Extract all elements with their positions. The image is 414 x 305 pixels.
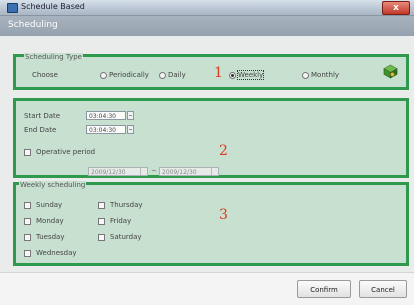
marker-1: 1	[214, 65, 223, 81]
radio-weekly[interactable]	[229, 72, 236, 79]
app-icon	[7, 3, 18, 13]
label-monday[interactable]: Monday	[36, 217, 64, 225]
confirm-button[interactable]: Confirm	[297, 280, 351, 298]
label-wednesday[interactable]: Wednesday	[36, 249, 77, 257]
start-date-label: Start Date	[24, 112, 61, 120]
radio-monthly-label[interactable]: Monthly	[311, 71, 339, 79]
end-date-spinner[interactable]	[127, 125, 134, 134]
schedule-dialog: Schedule Based x Scheduling Scheduling T…	[0, 0, 414, 305]
radio-daily[interactable]	[159, 72, 166, 79]
close-button[interactable]: x	[382, 1, 410, 15]
checkbox-thursday[interactable]	[98, 202, 105, 209]
weekly-scheduling-panel: Weekly scheduling Sunday Monday Tuesday …	[13, 181, 409, 266]
end-date-input[interactable]: 03:04:30	[86, 125, 126, 134]
end-date-label: End Date	[24, 126, 57, 134]
checkbox-wednesday[interactable]	[24, 250, 31, 257]
dialog-header: Scheduling	[0, 16, 414, 36]
checkbox-monday[interactable]	[24, 218, 31, 225]
scheduling-type-legend: Scheduling Type	[24, 53, 83, 61]
radio-weekly-label[interactable]: Weekly	[236, 70, 265, 80]
checkbox-friday[interactable]	[98, 218, 105, 225]
marker-2: 2	[219, 143, 228, 159]
header-title: Scheduling	[8, 20, 58, 30]
cancel-button[interactable]: Cancel	[359, 280, 407, 298]
radio-periodically-label[interactable]: Periodically	[109, 71, 149, 79]
start-date-input[interactable]: 03:04:30	[86, 111, 126, 120]
radio-daily-label[interactable]: Daily	[168, 71, 186, 79]
operative-period-label[interactable]: Operative period	[36, 148, 95, 156]
radio-periodically[interactable]	[100, 72, 107, 79]
label-thursday[interactable]: Thursday	[110, 201, 143, 209]
choose-label: Choose	[32, 71, 58, 79]
from-date-picker[interactable]: 2009/12/30	[88, 167, 148, 176]
label-sunday[interactable]: Sunday	[36, 201, 62, 209]
date-range-panel: Start Date 03:04:30 End Date 03:04:30 Op…	[13, 98, 409, 178]
start-date-spinner[interactable]	[127, 111, 134, 120]
checkbox-sunday[interactable]	[24, 202, 31, 209]
radio-monthly[interactable]	[302, 72, 309, 79]
scheduling-type-panel: Scheduling Type Choose Periodically Dail…	[13, 53, 409, 90]
window-title: Schedule Based	[21, 2, 85, 11]
marker-3: 3	[219, 207, 228, 223]
weekly-scheduling-legend: Weekly scheduling	[19, 181, 87, 189]
checkbox-tuesday[interactable]	[24, 234, 31, 241]
checkbox-saturday[interactable]	[98, 234, 105, 241]
dialog-footer: Confirm Cancel	[0, 272, 414, 305]
label-friday[interactable]: Friday	[110, 217, 131, 225]
to-date-dropdown-icon[interactable]	[211, 168, 218, 175]
to-date-picker[interactable]: 2009/12/30	[159, 167, 219, 176]
label-saturday[interactable]: Saturday	[110, 233, 142, 241]
from-date-dropdown-icon[interactable]	[140, 168, 147, 175]
title-bar[interactable]: Schedule Based x	[0, 0, 414, 16]
label-tuesday[interactable]: Tuesday	[36, 233, 64, 241]
operative-period-checkbox[interactable]	[24, 149, 31, 156]
date-separator: ~	[151, 167, 157, 175]
to-date-value: 2009/12/30	[162, 169, 197, 176]
from-date-value: 2009/12/30	[91, 169, 126, 176]
scheduling-cube-icon	[383, 64, 398, 79]
